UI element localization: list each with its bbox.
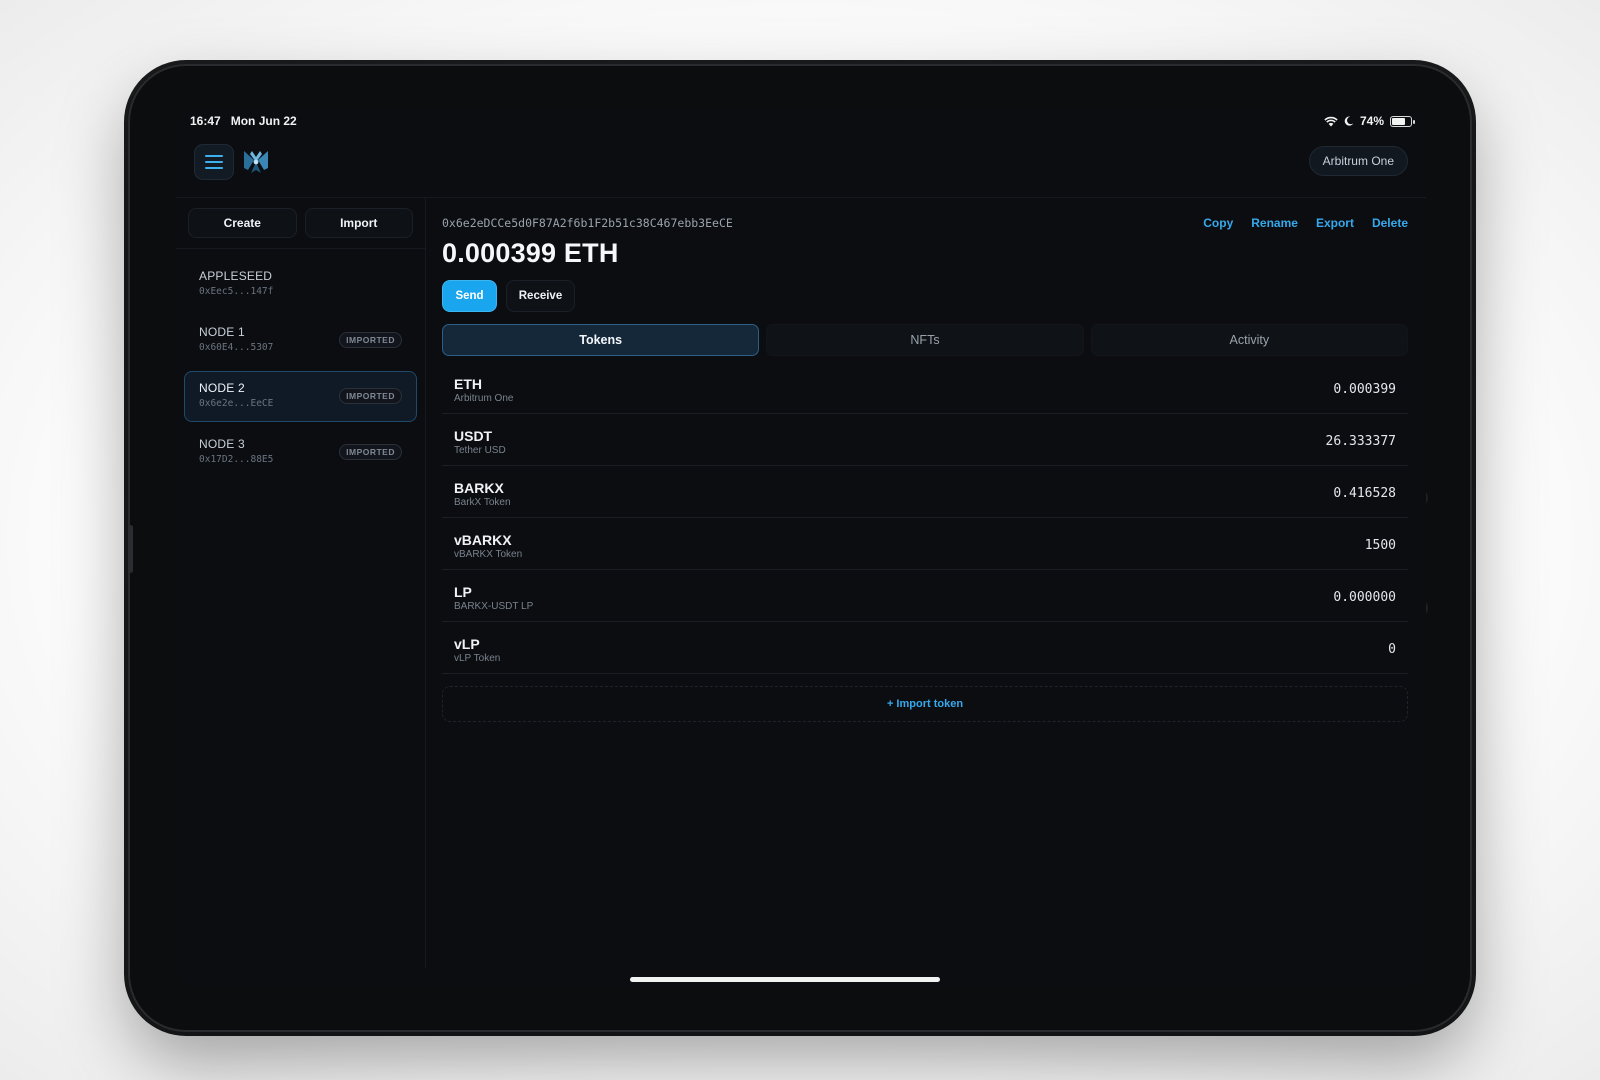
token-name: BarkX Token <box>454 497 511 508</box>
send-button[interactable]: Send <box>442 280 497 312</box>
token-symbol: vBARKX <box>454 532 512 548</box>
token-symbol: USDT <box>454 428 493 444</box>
wallet-balance: 0.000399 ETH <box>442 238 619 268</box>
account-item[interactable]: APPLESEED 0xEec5...147f <box>184 259 417 310</box>
token-name: vBARKX Token <box>454 549 523 560</box>
clock-date: Mon Jun 22 <box>230 114 297 128</box>
device-side-button <box>128 525 133 573</box>
receive-button[interactable]: Receive <box>506 280 575 312</box>
import-wallet-button[interactable]: Import <box>304 208 413 238</box>
token-symbol: vLP <box>454 636 480 652</box>
hamburger-icon <box>205 155 223 157</box>
hamburger-icon-line <box>205 161 223 163</box>
token-row[interactable]: vLP vLP Token 0 <box>442 622 1408 674</box>
hamburger-icon-line <box>205 167 223 169</box>
token-amount: 26.333377 <box>1325 434 1396 449</box>
imported-badge: IMPORTED <box>339 444 402 460</box>
token-symbol: BARKX <box>454 480 504 496</box>
app-screen: 16:47 Mon Jun 22 74% Arbitrum One Create… <box>176 110 1426 988</box>
menu-button[interactable] <box>194 144 234 180</box>
token-symbol: ETH <box>454 376 482 392</box>
asset-tabs: Tokens NFTs Activity <box>442 324 1408 356</box>
token-symbol: LP <box>454 584 472 600</box>
delete-link[interactable]: Delete <box>1372 216 1408 230</box>
create-wallet-button[interactable]: Create <box>188 208 297 238</box>
token-name: vLP Token <box>454 653 501 664</box>
account-item-selected[interactable]: NODE 2 0x6e2e...EeCE IMPORTED <box>184 371 417 422</box>
token-row[interactable]: USDT Tether USD 26.333377 <box>442 414 1408 466</box>
account-address: 0xEec5...147f <box>199 286 274 297</box>
wallet-address: 0x6e2eDCCe5d0F87A2f6b1F2b51c38C467ebb3Ee… <box>442 216 733 230</box>
tab-activity[interactable]: Activity <box>1090 324 1408 356</box>
tab-tokens[interactable]: Tokens <box>442 324 760 356</box>
network-selector[interactable]: Arbitrum One <box>1308 146 1408 176</box>
status-time: 16:47 Mon Jun 22 <box>190 114 297 128</box>
tab-nfts[interactable]: NFTs <box>766 324 1084 356</box>
imported-badge: IMPORTED <box>339 332 402 348</box>
home-indicator[interactable] <box>630 977 940 982</box>
account-item[interactable]: NODE 3 0x17D2...88E5 IMPORTED <box>184 427 417 478</box>
imported-badge: IMPORTED <box>339 388 402 404</box>
wallet-sidebar: Create Import APPLESEED 0xEec5...147f NO… <box>176 198 426 968</box>
wallet-actions: Copy Rename Export Delete <box>1203 216 1408 230</box>
token-name: Tether USD <box>454 445 506 456</box>
token-amount: 1500 <box>1364 538 1396 553</box>
app-logo-icon <box>244 151 268 173</box>
battery-percent: 74% <box>1359 114 1384 128</box>
export-link[interactable]: Export <box>1316 216 1354 230</box>
wifi-icon <box>1324 116 1338 126</box>
token-row[interactable]: vBARKX vBARKX Token 1500 <box>442 518 1408 570</box>
top-bar: Arbitrum One <box>176 136 1426 198</box>
token-name: BARKX-USDT LP <box>454 601 534 612</box>
token-row[interactable]: ETH Arbitrum One 0.000399 <box>442 362 1408 414</box>
token-amount: 0 <box>1388 642 1396 657</box>
status-indicators: 74% <box>1324 114 1415 128</box>
account-item[interactable]: NODE 1 0x60E4...5307 IMPORTED <box>184 315 417 366</box>
sidebar-actions: Create Import <box>176 198 425 249</box>
rename-link[interactable]: Rename <box>1251 216 1298 230</box>
token-list: ETH Arbitrum One 0.000399 USDT Tether US… <box>442 362 1408 674</box>
token-name: Arbitrum One <box>454 393 514 404</box>
account-name: APPLESEED <box>199 269 273 283</box>
token-amount: 0.416528 <box>1333 486 1396 501</box>
account-list: APPLESEED 0xEec5...147f NODE 1 0x60E4...… <box>176 249 425 493</box>
copy-link[interactable]: Copy <box>1203 216 1233 230</box>
token-row[interactable]: LP BARKX-USDT LP 0.000000 <box>442 570 1408 622</box>
clock-time: 16:47 <box>190 114 221 128</box>
token-amount: 0.000000 <box>1333 590 1396 605</box>
status-bar: 16:47 Mon Jun 22 74% <box>176 110 1426 136</box>
wallet-detail: 0x6e2eDCCe5d0F87A2f6b1F2b51c38C467ebb3Ee… <box>442 198 1408 968</box>
token-amount: 0.000399 <box>1333 382 1396 397</box>
token-row[interactable]: BARKX BarkX Token 0.416528 <box>442 466 1408 518</box>
battery-level <box>1392 117 1405 125</box>
moon-icon <box>1344 116 1354 126</box>
import-token-button[interactable]: + Import token <box>442 686 1408 722</box>
battery-icon <box>1390 115 1415 127</box>
